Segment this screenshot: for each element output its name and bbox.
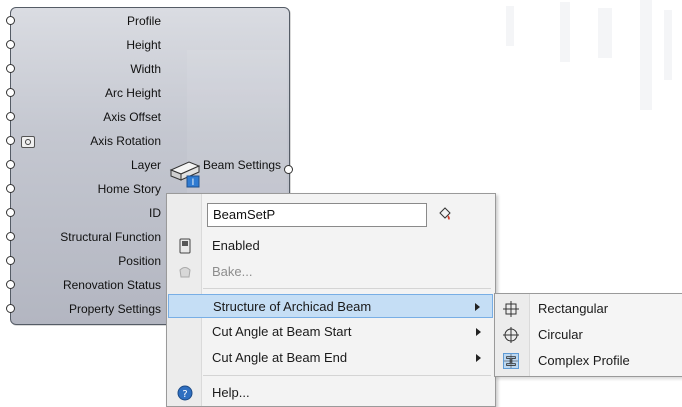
input-label: Structural Function [60, 230, 161, 244]
input-profile[interactable]: Profile [6, 9, 161, 33]
input-grip[interactable] [6, 16, 15, 25]
paint-bucket-icon[interactable] [437, 206, 453, 222]
beam-settings-icon: I [169, 161, 201, 188]
input-property-settings[interactable]: Property Settings [6, 297, 161, 321]
input-id[interactable]: ID [6, 201, 161, 225]
menu-item-label: Enabled [212, 238, 260, 253]
background-mark [560, 2, 570, 62]
menu-item-structure[interactable]: Structure of Archicad Beam [168, 294, 493, 318]
menu-item-help[interactable]: ? Help... [168, 381, 493, 405]
input-label: Position [118, 254, 161, 268]
submenu-arrow-icon [476, 328, 481, 336]
input-label: Profile [126, 14, 161, 28]
input-label: Arc Height [104, 86, 161, 100]
input-structural-function[interactable]: Structural Function [6, 225, 161, 249]
output-grip[interactable] [284, 165, 293, 174]
input-grip[interactable] [6, 184, 15, 193]
rotation-toggle-icon[interactable] [21, 136, 35, 148]
input-label: Property Settings [68, 302, 161, 316]
background-mark [640, 0, 652, 110]
input-grip[interactable] [6, 160, 15, 169]
menu-item-cut-angle-end[interactable]: Cut Angle at Beam End [168, 346, 493, 370]
help-icon: ? [177, 385, 193, 401]
input-grip[interactable] [6, 256, 15, 265]
input-label: Height [126, 38, 161, 52]
rectangular-icon [503, 301, 519, 317]
input-label: Renovation Status [62, 278, 161, 292]
bake-icon [179, 267, 191, 278]
input-grip[interactable] [6, 136, 15, 145]
input-label: Axis Rotation [90, 134, 161, 148]
menu-item-cut-angle-start[interactable]: Cut Angle at Beam Start [168, 320, 493, 344]
submenu-arrow-icon [476, 354, 481, 362]
enabled-icon [179, 238, 191, 254]
menu-separator [203, 375, 491, 376]
input-home-story[interactable]: Home Story [6, 177, 161, 201]
input-renovation-status[interactable]: Renovation Status [6, 273, 161, 297]
menu-item-label: Cut Angle at Beam Start [212, 324, 352, 339]
context-menu: BeamSetP Enabled Bake... Structure of Ar… [166, 193, 496, 407]
input-height[interactable]: Height [6, 33, 161, 57]
input-arc-height[interactable]: Arc Height [6, 81, 161, 105]
input-label: ID [149, 206, 161, 220]
background-mark [506, 6, 514, 46]
input-grip[interactable] [6, 208, 15, 217]
input-grip[interactable] [6, 40, 15, 49]
menu-separator [203, 288, 491, 289]
output-label: Beam Settings [203, 158, 282, 172]
input-position[interactable]: Position [6, 249, 161, 273]
menu-item-label: Cut Angle at Beam End [212, 350, 348, 365]
submenu-item-label: Rectangular [538, 301, 609, 316]
menu-item-label: Help... [212, 385, 250, 400]
submenu-item-label: Complex Profile [538, 353, 630, 368]
input-label: Axis Offset [103, 110, 161, 124]
submenu-item-complex-profile[interactable]: Complex Profile [495, 348, 682, 374]
submenu-arrow-icon [475, 303, 480, 311]
menu-item-bake: Bake... [168, 260, 493, 284]
svg-text:I: I [192, 178, 195, 188]
menu-item-enabled[interactable]: Enabled [168, 234, 493, 258]
input-grip[interactable] [6, 304, 15, 313]
submenu-item-rectangular[interactable]: Rectangular [495, 296, 682, 322]
input-grip[interactable] [6, 232, 15, 241]
input-grip[interactable] [6, 280, 15, 289]
component-name-field[interactable]: BeamSetP [207, 203, 427, 227]
input-grip[interactable] [6, 88, 15, 97]
input-width[interactable]: Width [6, 57, 161, 81]
input-layer[interactable]: Layer [6, 153, 161, 177]
input-grip[interactable] [6, 112, 15, 121]
circular-icon [503, 327, 519, 343]
complex-profile-icon [503, 353, 519, 369]
submenu-item-label: Circular [538, 327, 583, 342]
input-label: Layer [130, 158, 161, 172]
input-label: Home Story [97, 182, 161, 196]
input-grip[interactable] [6, 64, 15, 73]
svg-text:?: ? [182, 389, 187, 400]
structure-submenu: Rectangular Circular Complex Profile [494, 293, 682, 377]
input-axis-offset[interactable]: Axis Offset [6, 105, 161, 129]
background-mark [664, 10, 672, 80]
input-label: Width [130, 62, 161, 76]
menu-item-label: Structure of Archicad Beam [213, 299, 372, 314]
submenu-item-circular[interactable]: Circular [495, 322, 682, 348]
background-mark [598, 8, 612, 58]
menu-item-label: Bake... [212, 264, 253, 279]
